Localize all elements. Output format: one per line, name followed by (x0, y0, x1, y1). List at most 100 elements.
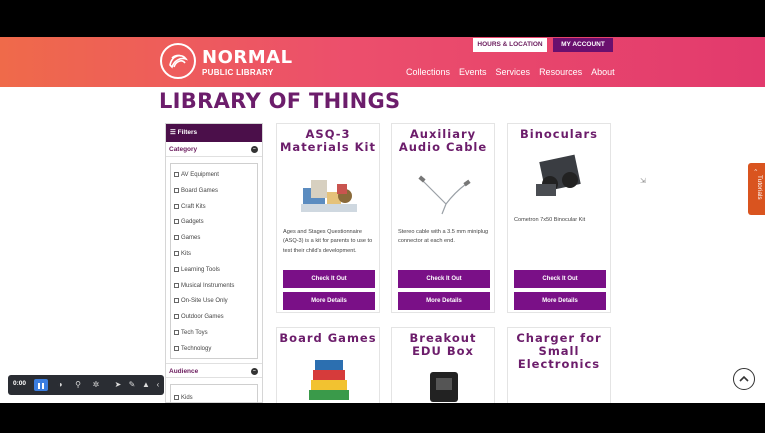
audience-section-header[interactable]: Audience − (166, 363, 262, 378)
webcam-icon[interactable]: ◑ (54, 379, 66, 391)
category-option[interactable]: Musical Instruments (171, 279, 257, 295)
item-card: Binoculars Cometron 7x50 Binocular Kit C… (507, 123, 611, 313)
checkbox-icon[interactable] (174, 203, 179, 209)
check-it-out-button[interactable]: Check It Out (398, 270, 490, 288)
checkbox-icon[interactable] (174, 266, 179, 272)
highlighter-icon[interactable]: ▲ (140, 379, 152, 391)
collapse-toolbar-icon[interactable]: ‹ (152, 379, 164, 391)
category-option-label: Board Games (181, 187, 219, 194)
chevron-up-icon (739, 375, 749, 382)
breakout-box-image (430, 372, 458, 402)
check-it-out-button[interactable]: Check It Out (283, 270, 375, 288)
item-description: Stereo cable with a 3.5 mm miniplug conn… (398, 229, 489, 245)
pen-icon[interactable]: ✎ (126, 379, 138, 391)
category-list: AV Equipment Board Games Craft Kits Gadg… (170, 163, 258, 359)
more-details-button[interactable]: More Details (398, 292, 490, 310)
item-title[interactable]: ASQ-3 Materials Kit (277, 124, 379, 154)
item-card: Charger for Small Electronics (507, 327, 611, 403)
hours-location-button[interactable]: HOURS & LOCATION (473, 38, 547, 52)
item-card: Auxiliary Audio Cable Stereo cable with … (391, 123, 495, 313)
nav-collections[interactable]: Collections (406, 67, 450, 77)
checkbox-icon[interactable] (174, 314, 179, 320)
checkbox-icon[interactable] (174, 172, 179, 177)
pause-button[interactable] (34, 379, 48, 391)
tutorials-tab[interactable]: ‹ Tutorials (748, 163, 765, 215)
nav-about[interactable]: About (591, 67, 615, 77)
item-title[interactable]: Breakout EDU Box (392, 328, 494, 358)
collapse-icon[interactable]: − (251, 146, 258, 153)
checkbox-icon[interactable] (174, 235, 179, 241)
library-page: NORMAL PUBLIC LIBRARY HOURS & LOCATION M… (0, 37, 765, 403)
item-description: Cometron 7x50 Binocular Kit (514, 217, 586, 223)
category-option[interactable]: AV Equipment (171, 168, 257, 184)
category-section-header[interactable]: Category − (166, 142, 262, 157)
microphone-icon[interactable]: ⚲ (72, 379, 84, 391)
library-logo[interactable]: NORMAL PUBLIC LIBRARY (160, 43, 292, 83)
checkbox-icon[interactable] (174, 329, 179, 335)
item-description: Ages and Stages Questionnaire (ASQ-3) is… (283, 229, 373, 254)
site-header: NORMAL PUBLIC LIBRARY HOURS & LOCATION M… (0, 37, 765, 87)
audience-list: Kids (170, 384, 258, 403)
pointer-icon[interactable]: ➤ (112, 379, 124, 391)
main-nav: Collections Events Services Resources Ab… (406, 67, 615, 77)
filters-panel: ☰ Filters Category − AV Equipment Board … (165, 123, 263, 403)
filters-heading-label: Filters (177, 129, 198, 136)
audience-option-label: Kids (181, 395, 193, 401)
logo-mark-icon (160, 43, 196, 79)
check-it-out-button[interactable]: Check It Out (514, 270, 606, 288)
item-card: Breakout EDU Box (391, 327, 495, 403)
page-title: LIBRARY OF THINGS (159, 89, 401, 113)
category-option[interactable]: Kits (171, 247, 257, 263)
checkbox-icon[interactable] (174, 395, 179, 400)
checkbox-icon[interactable] (174, 219, 179, 225)
item-title[interactable]: Auxiliary Audio Cable (392, 124, 494, 154)
filters-heading[interactable]: ☰ Filters (166, 124, 262, 142)
screen-recorder-toolbar: 0:00 ◑ ⚲ ✲ ➤ ✎ ▲ ‹ (8, 375, 164, 395)
board-games-image (309, 360, 349, 400)
category-option[interactable]: On-Site Use Only (171, 294, 257, 310)
category-option[interactable]: Tech Toys (171, 326, 257, 342)
nav-resources[interactable]: Resources (539, 67, 582, 77)
my-account-button[interactable]: MY ACCOUNT (553, 38, 613, 52)
pause-icon (38, 383, 44, 389)
checkbox-icon[interactable] (174, 250, 179, 256)
category-option[interactable]: Technology (171, 342, 257, 358)
category-option[interactable]: Gadgets (171, 215, 257, 231)
item-title[interactable]: Charger for Small Electronics (508, 328, 610, 371)
category-option[interactable]: Learning Tools (171, 263, 257, 279)
category-option[interactable]: Outdoor Games (171, 310, 257, 326)
category-option-label: On-Site Use Only (181, 298, 228, 305)
more-details-button[interactable]: More Details (514, 292, 606, 310)
settings-icon[interactable]: ✲ (90, 379, 102, 391)
category-option-label: Technology (181, 345, 212, 352)
category-label: Category (169, 146, 198, 153)
category-option-label: Learning Tools (181, 266, 220, 273)
nav-events[interactable]: Events (459, 67, 487, 77)
category-option[interactable]: Games (171, 231, 257, 247)
category-option-label: Craft Kits (181, 203, 206, 210)
category-option[interactable]: Board Games (171, 184, 257, 200)
more-details-button[interactable]: More Details (283, 292, 375, 310)
mouse-cursor-icon: ⇲ (640, 178, 646, 185)
category-option[interactable]: Craft Kits (171, 200, 257, 216)
logo-name: NORMAL (202, 47, 293, 68)
audience-label: Audience (169, 368, 199, 375)
category-option-label: Outdoor Games (181, 314, 224, 321)
nav-services[interactable]: Services (496, 67, 531, 77)
binoculars-image (536, 154, 581, 196)
category-option-label: Tech Toys (181, 329, 208, 336)
audience-option[interactable]: Kids (171, 391, 257, 403)
item-card: ASQ-3 Materials Kit Ages and Stages Ques… (276, 123, 380, 313)
audio-cable-image (418, 175, 471, 215)
item-title[interactable]: Binoculars (508, 124, 610, 141)
logo-subtitle: PUBLIC LIBRARY (202, 68, 274, 77)
checkbox-icon[interactable] (174, 345, 179, 351)
category-option-label: AV Equipment (181, 172, 219, 178)
checkbox-icon[interactable] (174, 187, 179, 193)
category-option-label: Musical Instruments (181, 282, 235, 289)
collapse-icon[interactable]: − (251, 368, 258, 375)
item-title[interactable]: Board Games (277, 328, 379, 345)
scroll-to-top-button[interactable] (733, 368, 755, 390)
checkbox-icon[interactable] (174, 282, 179, 288)
checkbox-icon[interactable] (174, 298, 179, 304)
